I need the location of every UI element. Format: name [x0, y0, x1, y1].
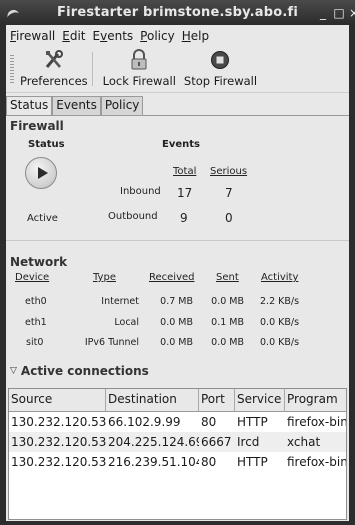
cell-source: 130.232.120.53 — [11, 435, 106, 449]
toolbar: Preferences Lock Firewall Stop Firewall — [6, 47, 349, 93]
network-activity: 0.0 KB/s — [260, 337, 300, 348]
cell-service: Ircd — [237, 435, 260, 449]
toolbar-separator — [91, 52, 93, 86]
tab-policy[interactable]: Policy — [100, 96, 144, 115]
firewall-heading: Firewall — [10, 119, 64, 133]
cell-destination: 204.225.124.69 — [108, 435, 199, 449]
cell-program: firefox-bin — [287, 455, 346, 469]
inbound-serious: 7 — [225, 186, 233, 200]
toolbar-grip[interactable] — [10, 55, 14, 85]
cell-port: 80 — [201, 455, 217, 469]
title-bar[interactable]: Firestarter brimstone.sby.abo.fi _ □ × — [0, 0, 355, 25]
stop-firewall-button[interactable]: Stop Firewall — [184, 49, 257, 92]
col-port[interactable]: Port — [199, 389, 235, 411]
network-type: IPv6 Tunnel — [84, 337, 139, 348]
menu-policy[interactable]: Policy — [137, 29, 179, 43]
network-device: eth1 — [25, 317, 47, 328]
network-received: 0.7 MB — [160, 296, 193, 307]
network-received: 0.0 MB — [160, 337, 193, 348]
total-column-header: Total — [173, 166, 197, 177]
status-label: Status — [28, 139, 65, 150]
connections-header: Source Destination Port Service Program — [9, 389, 346, 412]
outbound-total: 9 — [180, 211, 188, 225]
menu-bar: Firewall Edit Events Policy Help — [6, 25, 349, 47]
menu-edit[interactable]: Edit — [59, 29, 89, 43]
col-source[interactable]: Source — [9, 389, 106, 411]
maximize-icon[interactable]: □ — [333, 6, 345, 20]
outbound-label: Outbound — [108, 211, 158, 222]
table-row[interactable]: 130.232.120.53 216.239.51.104 80 HTTP fi… — [9, 452, 346, 472]
network-sent: 0.0 MB — [211, 296, 244, 307]
cell-destination: 216.239.51.104 — [108, 455, 199, 469]
stop-firewall-label: Stop Firewall — [183, 74, 258, 88]
window-menu-icon[interactable] — [6, 7, 20, 19]
network-heading: Network — [10, 255, 68, 269]
tab-status[interactable]: Status — [6, 96, 53, 116]
table-row[interactable]: 130.232.120.53 66.102.9.99 80 HTTP firef… — [9, 412, 346, 432]
preferences-icon — [42, 49, 66, 71]
cell-port: 80 — [201, 415, 217, 429]
events-label: Events — [162, 139, 200, 150]
cell-program: firefox-bin — [287, 415, 346, 429]
play-icon — [37, 167, 48, 179]
close-icon[interactable]: × — [349, 6, 355, 20]
inbound-label: Inbound — [120, 186, 161, 197]
menu-help[interactable]: Help — [179, 29, 213, 43]
network-col-type: Type — [93, 272, 116, 283]
preferences-label: Preferences — [20, 74, 88, 88]
network-type: Local — [114, 317, 139, 328]
cell-source: 130.232.120.53 — [11, 415, 106, 429]
serious-column-header: Serious — [210, 166, 248, 177]
preferences-button[interactable]: Preferences — [20, 49, 88, 92]
cell-destination: 66.102.9.99 — [108, 415, 181, 429]
firewall-state: Active — [27, 213, 58, 224]
cell-service: HTTP — [237, 415, 268, 429]
inbound-total: 17 — [177, 186, 193, 200]
cell-port: 6667 — [201, 435, 232, 449]
cell-source: 130.232.120.53 — [11, 455, 106, 469]
menu-firewall[interactable]: Firewall — [6, 29, 59, 43]
tab-bar: Status Events Policy — [6, 96, 144, 116]
network-col-received: Received — [149, 272, 195, 283]
start-firewall-button[interactable] — [25, 157, 57, 189]
network-device: sit0 — [26, 337, 44, 348]
network-col-device: Device — [15, 272, 50, 283]
col-program[interactable]: Program — [285, 389, 346, 411]
section-divider — [6, 240, 349, 241]
network-device: eth0 — [25, 296, 47, 307]
window-title: Firestarter brimstone.sby.abo.fi — [56, 5, 298, 20]
menu-events[interactable]: Events — [90, 29, 138, 43]
connections-table[interactable]: Source Destination Port Service Program … — [8, 388, 347, 520]
network-type: Internet — [101, 296, 139, 307]
minimize-icon[interactable]: _ — [317, 6, 329, 20]
active-connections-heading: Active connections — [20, 364, 149, 378]
network-col-sent: Sent — [216, 272, 239, 283]
lock-firewall-button[interactable]: Lock Firewall — [103, 49, 176, 92]
cell-program: xchat — [287, 435, 321, 449]
network-col-activity: Activity — [261, 272, 299, 283]
lock-firewall-label: Lock Firewall — [102, 74, 176, 88]
lock-icon — [127, 49, 151, 71]
active-connections-expander[interactable]: ▽ Active connections — [10, 364, 149, 378]
stop-icon — [208, 49, 232, 71]
col-destination[interactable]: Destination — [106, 389, 199, 411]
tab-events[interactable]: Events — [52, 96, 101, 115]
expander-arrow-icon: ▽ — [10, 366, 17, 376]
network-sent: 0.1 MB — [211, 317, 244, 328]
table-row[interactable]: 130.232.120.53 204.225.124.69 6667 Ircd … — [9, 432, 346, 452]
network-activity: 0.0 KB/s — [260, 317, 300, 328]
network-sent: 0.0 MB — [211, 337, 244, 348]
cell-service: HTTP — [237, 455, 268, 469]
col-service[interactable]: Service — [235, 389, 285, 411]
outbound-serious: 0 — [225, 211, 233, 225]
network-activity: 2.2 KB/s — [260, 296, 300, 307]
firestarter-window: Firestarter brimstone.sby.abo.fi _ □ × F… — [0, 0, 355, 525]
network-received: 0.0 MB — [160, 317, 193, 328]
